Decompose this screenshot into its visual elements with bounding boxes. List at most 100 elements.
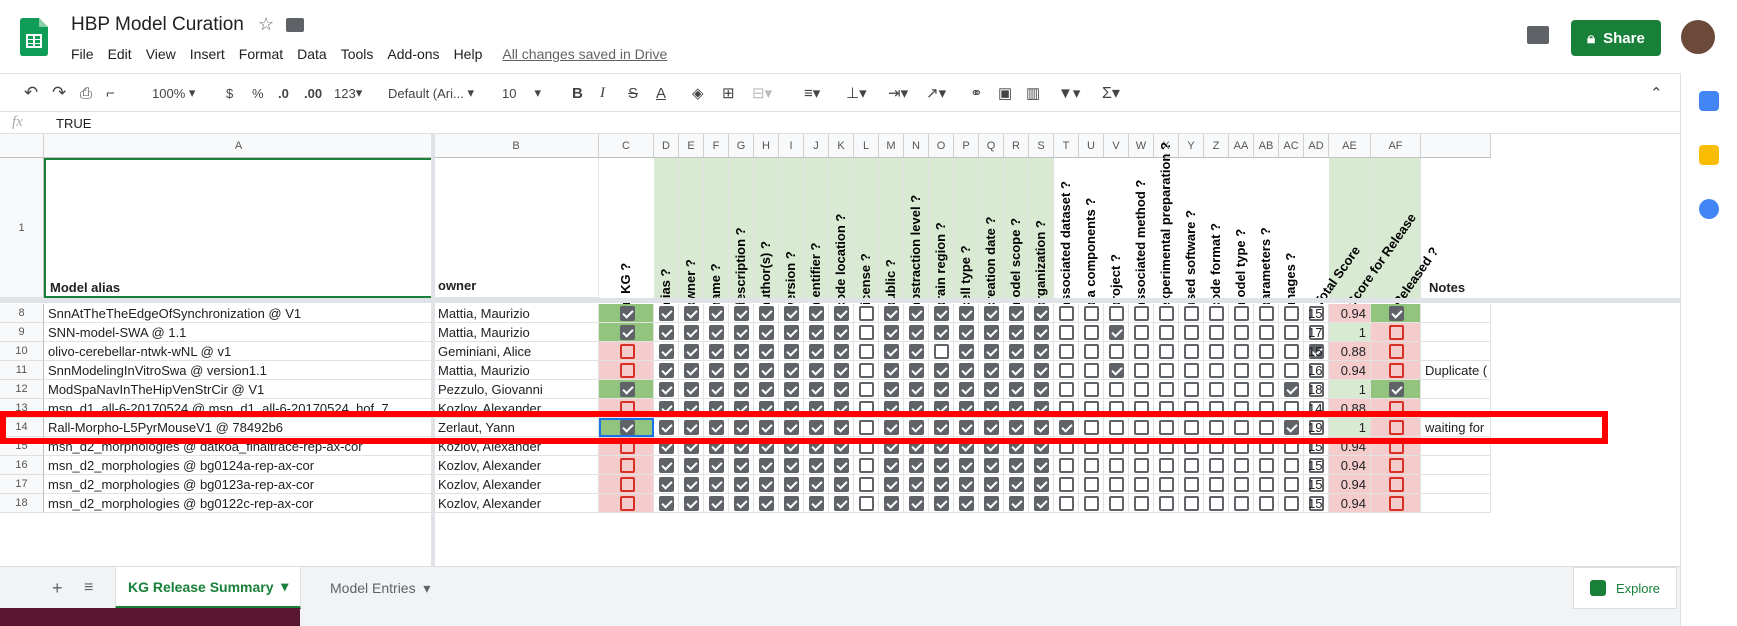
- field-checkbox[interactable]: [759, 458, 774, 473]
- total-score-cell[interactable]: 15: [1304, 494, 1329, 513]
- field-checkbox[interactable]: [659, 344, 674, 359]
- field-checkbox[interactable]: [759, 363, 774, 378]
- field-checkbox[interactable]: [884, 477, 899, 492]
- column-header-W[interactable]: W: [1129, 134, 1154, 158]
- field-checkbox[interactable]: [1009, 363, 1024, 378]
- field-checkbox[interactable]: [709, 477, 724, 492]
- field-checkbox[interactable]: [1134, 344, 1149, 359]
- strikethrough-button[interactable]: S: [628, 83, 638, 103]
- field-checkbox[interactable]: [659, 363, 674, 378]
- field-checkbox[interactable]: [884, 496, 899, 511]
- field-checkbox[interactable]: [784, 458, 799, 473]
- tab-kg-release-summary[interactable]: KG Release Summary ▾: [115, 567, 302, 609]
- print-icon[interactable]: ⎙: [80, 83, 92, 103]
- menu-format[interactable]: Format: [239, 46, 283, 62]
- notes-cell[interactable]: [1421, 304, 1491, 323]
- model-alias-cell[interactable]: msn_d2_morphologies @ bg0123a-rep-ax-cor: [44, 475, 434, 494]
- field-checkbox[interactable]: [1009, 325, 1024, 340]
- header-ab[interactable]: parameters ?: [1258, 227, 1273, 309]
- text-color-button[interactable]: A: [656, 83, 666, 103]
- field-checkbox[interactable]: [909, 496, 924, 511]
- field-checkbox[interactable]: [834, 382, 849, 397]
- column-header-V[interactable]: V: [1104, 134, 1129, 158]
- field-checkbox[interactable]: [1284, 363, 1299, 378]
- menu-insert[interactable]: Insert: [190, 46, 225, 62]
- field-checkbox[interactable]: [884, 306, 899, 321]
- align-icon[interactable]: ≡▾: [804, 83, 820, 103]
- row-header[interactable]: 16: [0, 456, 44, 475]
- text-wrap-icon[interactable]: ⇥▾: [888, 83, 908, 103]
- field-checkbox[interactable]: [759, 496, 774, 511]
- field-checkbox[interactable]: [809, 477, 824, 492]
- field-checkbox[interactable]: [984, 363, 999, 378]
- field-checkbox[interactable]: [684, 477, 699, 492]
- column-header-O[interactable]: O: [929, 134, 954, 158]
- notes-cell[interactable]: [1421, 380, 1491, 399]
- field-checkbox[interactable]: [1209, 458, 1224, 473]
- field-checkbox[interactable]: [659, 306, 674, 321]
- row-header[interactable]: 9: [0, 323, 44, 342]
- field-checkbox[interactable]: [734, 458, 749, 473]
- field-checkbox[interactable]: [884, 382, 899, 397]
- owner-cell[interactable]: Pezzulo, Giovanni: [434, 380, 599, 399]
- field-checkbox[interactable]: [1134, 477, 1149, 492]
- field-checkbox[interactable]: [1134, 306, 1149, 321]
- field-checkbox[interactable]: [1284, 382, 1299, 397]
- field-checkbox[interactable]: [1059, 325, 1074, 340]
- field-checkbox[interactable]: [1234, 458, 1249, 473]
- field-checkbox[interactable]: [1184, 496, 1199, 511]
- field-checkbox[interactable]: [1109, 344, 1124, 359]
- header-model-alias[interactable]: Model alias: [44, 158, 434, 298]
- field-checkbox[interactable]: [934, 382, 949, 397]
- model-alias-cell[interactable]: olivo-cerebellar-ntwk-wNL @ v1: [44, 342, 434, 361]
- field-checkbox[interactable]: [1034, 496, 1049, 511]
- field-checkbox[interactable]: [1184, 477, 1199, 492]
- field-checkbox[interactable]: [1259, 306, 1274, 321]
- field-checkbox[interactable]: [909, 363, 924, 378]
- field-checkbox[interactable]: [1259, 458, 1274, 473]
- field-checkbox[interactable]: [1034, 477, 1049, 492]
- field-checkbox[interactable]: [959, 306, 974, 321]
- field-checkbox[interactable]: [1134, 325, 1149, 340]
- header-u[interactable]: pla components ?: [1083, 198, 1098, 309]
- font-size-select[interactable]: 10 ▾: [502, 83, 552, 103]
- column-header-AA[interactable]: AA: [1229, 134, 1254, 158]
- column-header-AC[interactable]: AC: [1279, 134, 1304, 158]
- in-kg-checkbox[interactable]: [619, 344, 635, 359]
- released-checkbox[interactable]: [1389, 363, 1404, 378]
- total-score-cell[interactable]: 15: [1304, 456, 1329, 475]
- field-checkbox[interactable]: [734, 344, 749, 359]
- released-checkbox[interactable]: [1389, 344, 1404, 359]
- field-checkbox[interactable]: [784, 306, 799, 321]
- field-checkbox[interactable]: [1009, 458, 1024, 473]
- tasks-icon[interactable]: [1699, 199, 1719, 219]
- field-checkbox[interactable]: [909, 306, 924, 321]
- field-checkbox[interactable]: [684, 496, 699, 511]
- bold-button[interactable]: B: [572, 83, 583, 103]
- column-header-N[interactable]: N: [904, 134, 929, 158]
- field-checkbox[interactable]: [984, 306, 999, 321]
- field-checkbox[interactable]: [1009, 496, 1024, 511]
- field-checkbox[interactable]: [784, 363, 799, 378]
- owner-cell[interactable]: Kozlov, Alexander: [434, 475, 599, 494]
- field-checkbox[interactable]: [684, 458, 699, 473]
- in-kg-checkbox[interactable]: [619, 496, 635, 511]
- field-checkbox[interactable]: [1234, 344, 1249, 359]
- field-checkbox[interactable]: [1209, 477, 1224, 492]
- field-checkbox[interactable]: [659, 325, 674, 340]
- field-checkbox[interactable]: [1284, 325, 1299, 340]
- field-checkbox[interactable]: [784, 325, 799, 340]
- field-checkbox[interactable]: [859, 363, 874, 378]
- field-checkbox[interactable]: [1034, 306, 1049, 321]
- field-checkbox[interactable]: [1059, 363, 1074, 378]
- field-checkbox[interactable]: [1009, 306, 1024, 321]
- header-y[interactable]: used software ?: [1183, 210, 1198, 309]
- explore-button[interactable]: Explore: [1573, 567, 1677, 609]
- field-checkbox[interactable]: [834, 477, 849, 492]
- field-checkbox[interactable]: [1084, 363, 1099, 378]
- merge-cells-icon[interactable]: ⊟▾: [752, 83, 772, 103]
- field-checkbox[interactable]: [984, 325, 999, 340]
- column-header-S[interactable]: S: [1029, 134, 1054, 158]
- header-o[interactable]: brain region ?: [933, 222, 948, 309]
- field-checkbox[interactable]: [1284, 306, 1299, 321]
